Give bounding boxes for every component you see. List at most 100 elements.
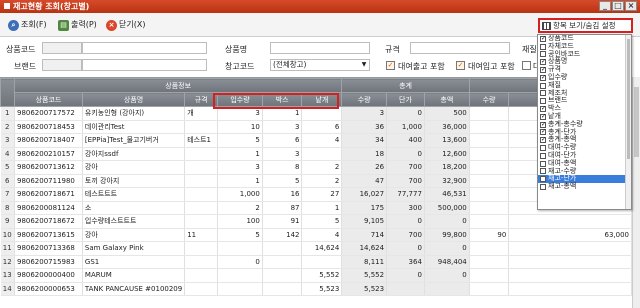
- table-cell[interactable]: Sam Galaxy Pink: [82, 241, 186, 256]
- table-cell[interactable]: 9806200210157: [14, 147, 83, 161]
- table-cell[interactable]: [184, 187, 219, 202]
- product-code-prefix-input[interactable]: [42, 42, 82, 54]
- checkbox-checked-icon[interactable]: ✓: [540, 113, 546, 120]
- table-cell[interactable]: [301, 255, 343, 269]
- table-cell[interactable]: [184, 174, 219, 188]
- table-cell[interactable]: 90: [469, 228, 510, 242]
- table-cell[interactable]: 5,523: [341, 282, 388, 296]
- checkbox-unchecked-icon[interactable]: [540, 82, 546, 89]
- table-cell[interactable]: [469, 160, 510, 175]
- table-cell[interactable]: [184, 147, 219, 161]
- search-button[interactable]: ⌕ 조회(F): [8, 18, 47, 32]
- include-rental-in-checkbox[interactable]: ✓: [456, 61, 465, 70]
- table-cell[interactable]: 유키농인형 (강아지): [82, 106, 186, 121]
- checkbox-unchecked-icon[interactable]: [540, 145, 546, 152]
- table-cell[interactable]: MARUM: [82, 268, 186, 283]
- table-row[interactable]: 14 9806200000653 TANK PANCAUSE #0100209 5,5…: [0, 282, 632, 296]
- table-cell[interactable]: [217, 268, 263, 283]
- table-cell[interactable]: 63,000: [508, 228, 632, 242]
- table-cell[interactable]: [508, 214, 632, 229]
- table-cell[interactable]: [184, 255, 219, 269]
- table-cell[interactable]: [469, 106, 510, 121]
- table-cell[interactable]: [469, 201, 510, 215]
- table-cell[interactable]: GS1: [82, 255, 186, 269]
- table-cell[interactable]: [508, 268, 632, 283]
- table-cell[interactable]: 5: [217, 228, 263, 242]
- column-toggle-item[interactable]: 재고-총액: [538, 182, 631, 191]
- table-cell[interactable]: 32,900: [424, 174, 470, 188]
- table-cell[interactable]: [217, 282, 263, 296]
- row-number-cell[interactable]: 1: [0, 106, 15, 121]
- table-cell[interactable]: 5: [217, 133, 263, 148]
- table-cell[interactable]: [184, 120, 219, 134]
- table-cell[interactable]: 27: [301, 187, 343, 202]
- table-cell[interactable]: 18,200: [424, 160, 470, 175]
- table-cell[interactable]: 36: [341, 120, 388, 134]
- checkbox-unchecked-icon[interactable]: [540, 90, 546, 97]
- table-cell[interactable]: 36,000: [424, 120, 470, 134]
- table-cell[interactable]: 데이관리Test: [82, 120, 186, 134]
- table-cell[interactable]: 77,777: [386, 187, 425, 202]
- close-window-button[interactable]: ×: [625, 1, 637, 11]
- table-cell[interactable]: 5: [301, 214, 343, 229]
- table-cell[interactable]: 9806200711980: [14, 174, 83, 188]
- table-cell[interactable]: 99,800: [424, 228, 470, 242]
- table-cell[interactable]: 5,552: [341, 268, 388, 283]
- row-number-cell[interactable]: 14: [0, 282, 15, 296]
- table-cell[interactable]: 13,600: [424, 133, 470, 148]
- checkbox-checked-icon[interactable]: ✓: [540, 59, 546, 66]
- table-cell[interactable]: 700: [386, 228, 425, 242]
- table-cell[interactable]: 3: [217, 160, 263, 175]
- column-settings-button[interactable]: 항목 보기/숨김 설정: [538, 18, 633, 33]
- table-cell[interactable]: 4: [301, 228, 343, 242]
- table-cell[interactable]: [469, 255, 510, 269]
- table-cell[interactable]: 0: [386, 241, 425, 256]
- table-cell[interactable]: 9806200000653: [14, 282, 83, 296]
- table-cell[interactable]: 500: [424, 106, 470, 121]
- table-cell[interactable]: 9806200000400: [14, 268, 83, 283]
- table-cell[interactable]: 2: [217, 201, 263, 215]
- row-number-cell[interactable]: 2: [0, 120, 15, 134]
- table-cell[interactable]: 47: [341, 174, 388, 188]
- table-cell[interactable]: 11: [184, 228, 219, 242]
- table-cell[interactable]: 9806200717572: [14, 106, 83, 121]
- brand-input[interactable]: [82, 59, 207, 71]
- table-cell[interactable]: 9806200715983: [14, 255, 83, 269]
- table-cell[interactable]: 9806200713615: [14, 228, 83, 242]
- table-cell[interactable]: 9806200718671: [14, 187, 83, 202]
- table-cell[interactable]: [262, 268, 303, 283]
- table-cell[interactable]: [469, 147, 510, 161]
- table-cell[interactable]: [262, 282, 303, 296]
- table-row[interactable]: 10 9806200713615 강아 11 5 142 4 714 700 99,800 90 63…: [0, 228, 632, 242]
- table-cell[interactable]: 0: [386, 106, 425, 121]
- table-cell[interactable]: 강아지ssdf: [82, 147, 186, 161]
- table-cell[interactable]: 0: [424, 241, 470, 256]
- checkbox-checked-icon[interactable]: ✓: [540, 137, 546, 144]
- table-cell[interactable]: [184, 282, 219, 296]
- scroll-thumb[interactable]: [634, 87, 639, 157]
- row-number-cell[interactable]: 13: [0, 268, 15, 283]
- table-cell[interactable]: [469, 282, 510, 296]
- checkbox-checked-icon[interactable]: ✓: [540, 106, 546, 113]
- table-row[interactable]: 9 9806200718672 입수량테스트트트 100 91 5 9,105 0 0: [0, 214, 632, 229]
- row-number-cell[interactable]: 8: [0, 201, 15, 215]
- table-cell[interactable]: 100: [217, 214, 263, 229]
- menu-scroll-thumb[interactable]: [627, 39, 630, 159]
- grid-vertical-scrollbar[interactable]: [632, 77, 640, 308]
- checkbox-checked-icon[interactable]: ✓: [540, 35, 546, 42]
- print-button[interactable]: ▤ 출력(P): [58, 18, 97, 32]
- checkbox-checked-icon[interactable]: ✓: [540, 121, 546, 128]
- table-cell[interactable]: 강아: [82, 160, 186, 175]
- brand-prefix-input[interactable]: [42, 59, 82, 71]
- table-cell[interactable]: 91: [262, 214, 303, 229]
- table-cell[interactable]: 0: [386, 268, 425, 283]
- table-cell[interactable]: 테스트1: [184, 133, 219, 148]
- table-cell[interactable]: 입수량테스트트트: [82, 214, 186, 229]
- table-cell[interactable]: [386, 282, 425, 296]
- table-row[interactable]: 11 9806200713368 Sam Galaxy Pink 14,624 14,6…: [0, 241, 632, 256]
- close-button[interactable]: × 닫기(X): [106, 18, 145, 32]
- table-cell[interactable]: [184, 268, 219, 283]
- table-cell[interactable]: 3: [262, 120, 303, 134]
- table-cell[interactable]: 400: [386, 133, 425, 148]
- table-cell[interactable]: 9,105: [341, 214, 388, 229]
